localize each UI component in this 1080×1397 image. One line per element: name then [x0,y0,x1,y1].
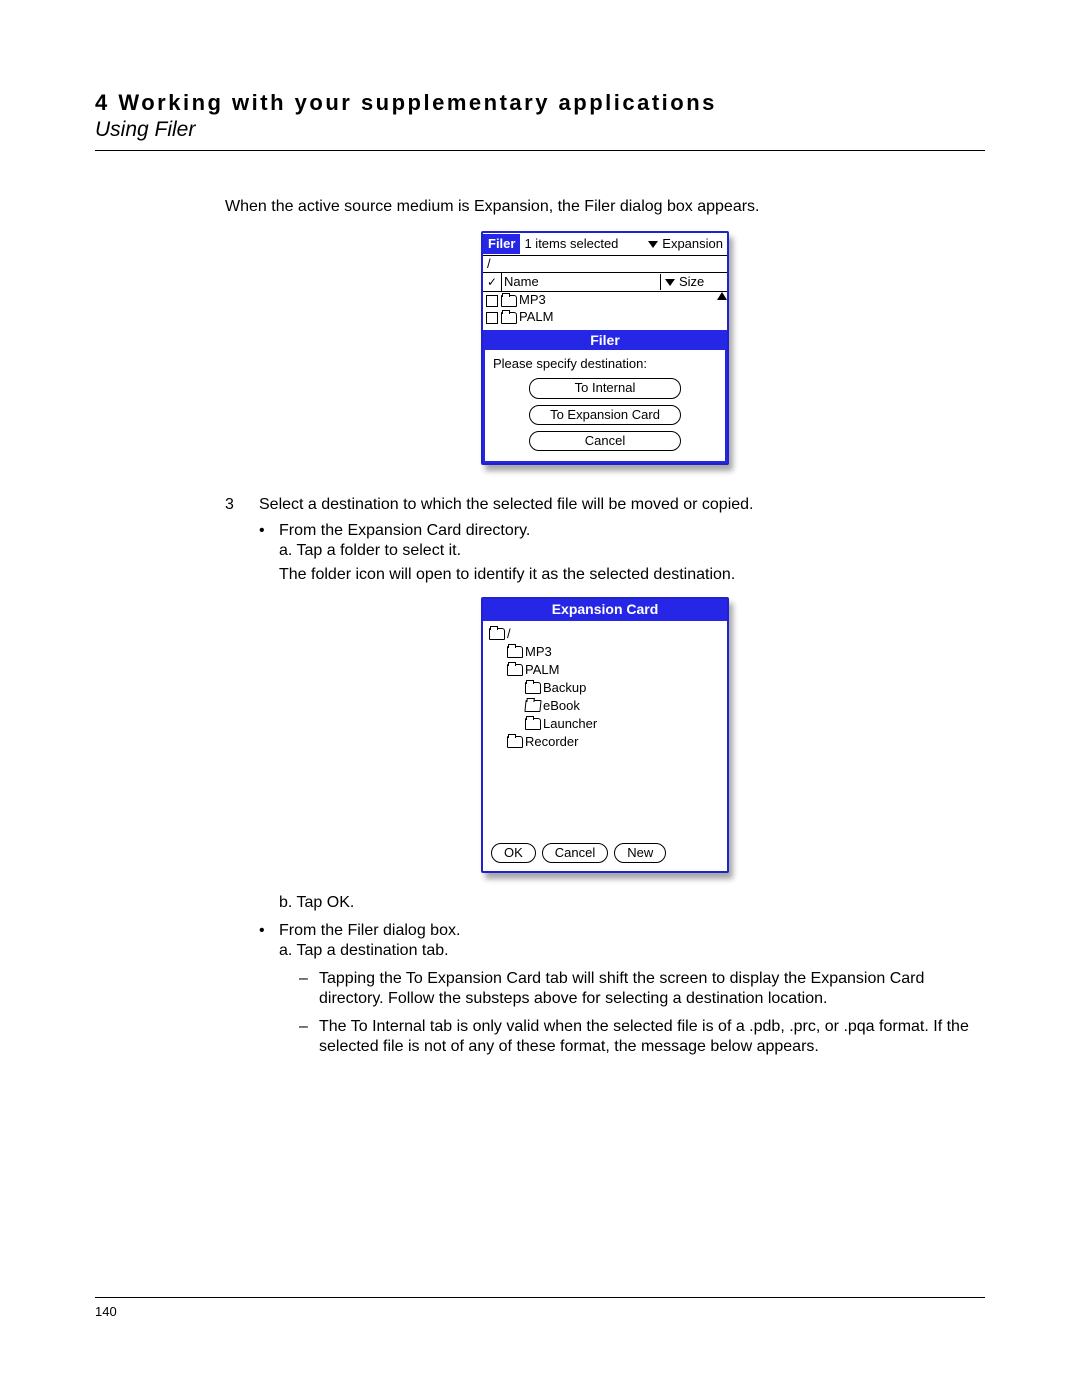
footer-rule [95,1297,985,1298]
medium-label: Expansion [662,236,723,252]
page-number: 140 [95,1304,985,1319]
folder-tree: / MP3PALMBackupeBookLauncherRecorder [483,621,727,839]
checkbox-icon [486,312,498,324]
tree-item[interactable]: / [489,625,721,643]
list-item-label: MP3 [519,292,546,308]
dialog-prompt: Please specify destination: [493,356,717,372]
filer-dialog-screenshot: Filer 1 items selected Expansion / ✓ Nam… [481,231,729,465]
bullet-icon: • [259,921,279,941]
cancel-button[interactable]: Cancel [542,843,608,863]
header-rule [95,150,985,151]
tree-item[interactable]: Backup [489,679,721,697]
size-label: Size [679,274,704,290]
filer-app-tag: Filer [483,234,520,254]
folder-icon [525,682,541,694]
tree-item-label: Backup [543,679,586,697]
tree-item[interactable]: Recorder [489,733,721,751]
tree-item-label: Recorder [525,733,578,751]
folder-icon [507,664,523,676]
ok-button[interactable]: OK [491,843,536,863]
dash-icon: – [299,1017,319,1057]
section-title: Using Filer [95,118,985,142]
scroll-up-icon[interactable] [717,292,727,300]
substep-a-note: The folder icon will open to identify it… [225,565,985,585]
tree-item[interactable]: PALM [489,661,721,679]
tree-item-label: Launcher [543,715,597,733]
dialog-title: Filer [483,330,727,350]
substep-b: b. Tap OK. [225,893,985,913]
column-name[interactable]: Name [502,274,660,290]
chevron-down-icon [665,279,675,286]
folder-icon [501,295,517,307]
tree-item-label: MP3 [525,643,552,661]
medium-dropdown[interactable]: Expansion [648,236,727,252]
dash-text: The To Internal tab is only valid when t… [319,1017,985,1057]
dash-text: Tapping the To Expansion Card tab will s… [319,969,985,1009]
substep-a: a. Tap a folder to select it. [225,541,985,561]
tree-item-label: PALM [525,661,559,679]
column-size[interactable]: Size [660,274,727,290]
cancel-button[interactable]: Cancel [529,431,681,451]
folder-icon [507,736,523,748]
tree-item-label: eBook [543,697,580,715]
step-text: Select a destination to which the select… [259,495,985,515]
substep-a2: a. Tap a destination tab. [225,941,985,961]
bullet-text: From the Filer dialog box. [279,921,460,941]
folder-icon [507,646,523,658]
to-expansion-button[interactable]: To Expansion Card [529,405,681,425]
new-button[interactable]: New [614,843,666,863]
tree-item[interactable]: MP3 [489,643,721,661]
selection-status: 1 items selected [520,236,648,252]
folder-icon [525,718,541,730]
intro-paragraph: When the active source medium is Expansi… [225,197,985,217]
list-item[interactable]: MP3 [483,292,727,309]
dialog-title: Expansion Card [483,599,727,621]
checkbox-icon [486,295,498,307]
tree-item-label: / [507,625,511,643]
list-item[interactable]: PALM [483,309,727,326]
tree-item[interactable]: eBook [489,697,721,715]
checkmark-icon: ✓ [487,276,497,288]
folder-open-icon [524,700,541,712]
bullet-text: From the Expansion Card directory. [279,521,530,541]
chevron-down-icon [648,241,658,248]
to-internal-button[interactable]: To Internal [529,378,681,398]
dash-icon: – [299,969,319,1009]
select-all-checkbox[interactable]: ✓ [483,273,502,291]
bullet-icon: • [259,521,279,541]
chapter-title: 4 Working with your supplementary applic… [95,90,985,116]
list-item-label: PALM [519,309,553,325]
step-number: 3 [225,495,259,515]
folder-icon [501,312,517,324]
expansion-card-screenshot: Expansion Card / MP3PALMBackupeBookLaunch… [481,597,729,873]
path-row: / [483,256,727,273]
tree-item[interactable]: Launcher [489,715,721,733]
folder-icon [489,628,505,640]
